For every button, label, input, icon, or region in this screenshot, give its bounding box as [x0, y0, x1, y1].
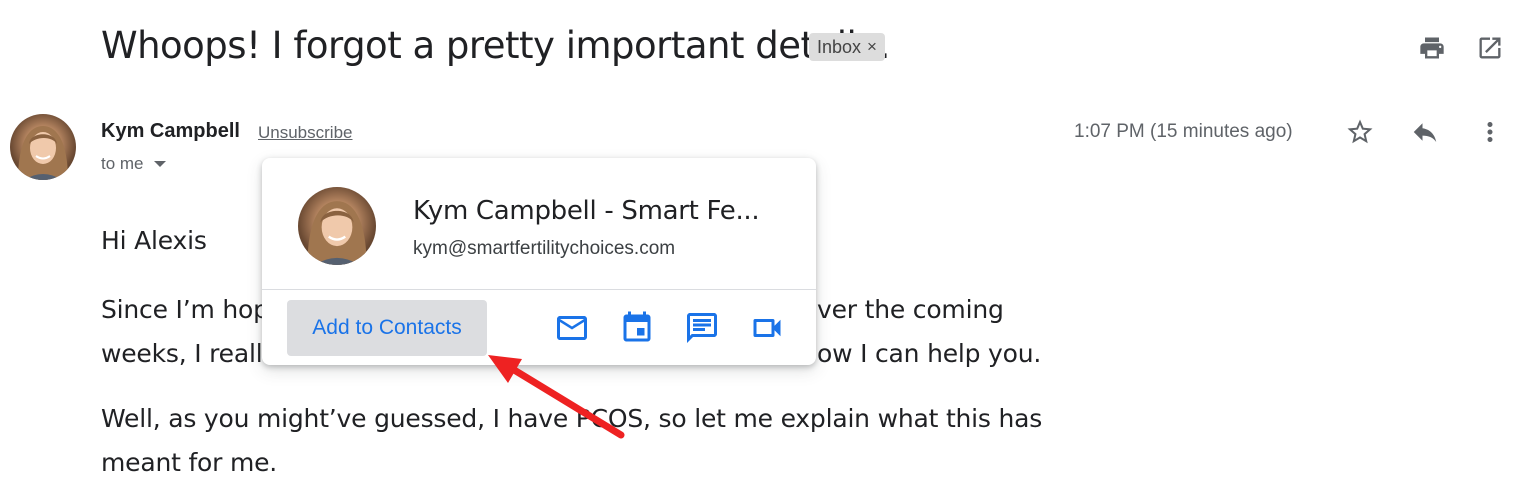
contact-avatar [298, 187, 376, 265]
body-para1-line2-right: ow I can help you. [817, 339, 1042, 368]
body-para1-line2-left: weeks, I reall [101, 339, 263, 368]
recipient-details-toggle[interactable]: to me [101, 154, 166, 174]
annotation-arrow [488, 355, 625, 439]
email-subject: Whoops! I forgot a pretty important deta… [101, 24, 891, 67]
email-greeting: Hi Alexis [101, 226, 207, 255]
video-icon[interactable] [747, 308, 787, 348]
body-para2-line2: meant for me. [101, 448, 278, 477]
mail-icon[interactable] [552, 308, 592, 348]
card-divider [262, 289, 816, 290]
add-to-contacts-button[interactable]: Add to Contacts [287, 300, 487, 356]
sender-name[interactable]: Kym Campbell [101, 120, 240, 143]
unsubscribe-link[interactable]: Unsubscribe [258, 123, 353, 143]
contact-hover-card: Kym Campbell - Smart Fe... kym@smartfert… [262, 158, 816, 365]
recipient-label: to me [101, 154, 144, 173]
body-para1-line1-right: ver the coming [817, 295, 1004, 324]
remove-label-icon[interactable]: × [867, 37, 877, 57]
star-icon[interactable] [1340, 112, 1380, 152]
reply-icon[interactable] [1405, 112, 1445, 152]
calendar-icon[interactable] [617, 308, 657, 348]
chat-icon[interactable] [682, 308, 722, 348]
open-in-new-window-icon[interactable] [1470, 28, 1510, 68]
sender-avatar[interactable] [10, 114, 76, 180]
email-timestamp: 1:07 PM (15 minutes ago) [1074, 121, 1293, 142]
contact-name: Kym Campbell - Smart Fe... [413, 196, 760, 226]
chevron-down-icon [153, 161, 166, 167]
inbox-label-text: Inbox [817, 36, 862, 57]
contact-email: kym@smartfertilitychoices.com [413, 238, 676, 259]
more-vertical-icon[interactable] [1470, 112, 1510, 152]
body-para1-line1-left: Since I’m hop [101, 295, 269, 324]
print-icon[interactable] [1412, 28, 1452, 68]
inbox-label-chip[interactable]: Inbox × [809, 33, 885, 61]
